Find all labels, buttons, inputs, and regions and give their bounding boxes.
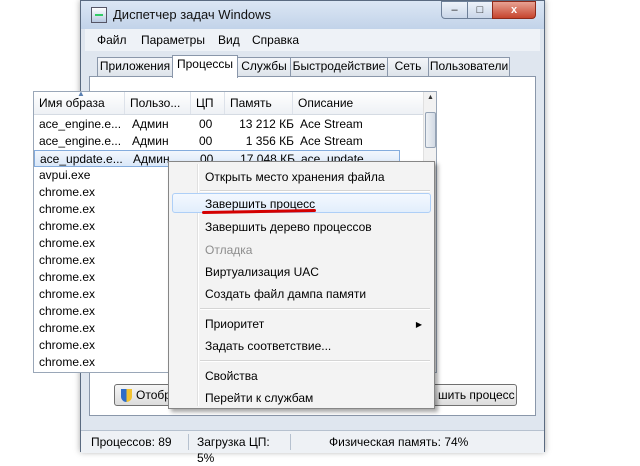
title-bar[interactable]: Диспетчер задач Windows – □ x [81,1,544,29]
menu-item-go-to-services[interactable]: Перейти к службам [205,391,313,405]
show-all-processes-button[interactable]: Отобр [114,384,172,406]
menu-item-set-affinity[interactable]: Задать соответствие... [205,339,331,353]
column-user[interactable]: Пользо... [125,92,191,114]
menu-item-open-location[interactable]: Открыть место хранения файла [205,170,385,184]
menu-item-end-tree[interactable]: Завершить дерево процессов [205,220,372,234]
process-row[interactable]: ace_engine.e... Админ 00 1 356 КБ Ace Stream [34,133,400,150]
scroll-thumb[interactable] [425,112,436,148]
context-separator [200,190,430,192]
image-name-cell: chrome.ex [39,219,96,233]
image-name-cell: chrome.ex [39,304,96,318]
tab-processes[interactable]: Процессы [172,55,238,78]
end-process-button[interactable]: шить процесс [431,384,517,406]
window-title: Диспетчер задач Windows [113,7,272,22]
image-name-cell: chrome.ex [39,338,96,352]
image-name-cell: chrome.ex [39,253,96,267]
context-separator [200,360,430,362]
cpu-cell: 00 [199,117,213,131]
column-memory[interactable]: Память [225,92,293,114]
status-processes: Процессов: 89 [85,434,189,450]
status-bar: Процессов: 89 Загрузка ЦП: 5% Физическая… [81,430,544,465]
context-separator [200,308,430,310]
tab-strip: Приложения Процессы Службы Быстродействи… [91,55,536,78]
minimize-button[interactable]: – [441,1,468,19]
sort-arrow-icon: ▲ [77,92,85,98]
image-name-cell: avpui.exe [39,168,91,182]
cpu-cell: 00 [199,134,213,148]
description-cell: Ace Stream [300,134,363,148]
image-name-cell: chrome.ex [39,202,96,216]
image-name-cell: chrome.ex [39,355,96,369]
status-cpu: Загрузка ЦП: 5% [191,434,291,465]
menu-options[interactable]: Параметры [141,33,205,47]
menu-item-uac-virtualization[interactable]: Виртуализация UAC [205,265,319,279]
tab-network[interactable]: Сеть [387,57,429,76]
memory-cell: 13 212 КБ [239,117,294,131]
menu-file[interactable]: Файл [97,33,127,47]
image-name-cell: chrome.ex [39,321,96,335]
image-name-cell: ace_engine.e... [39,134,122,148]
tab-applications[interactable]: Приложения [97,57,173,76]
tab-services[interactable]: Службы [237,57,291,76]
description-cell: Ace Stream [300,117,363,131]
column-header-row: ▲ Имя образа Пользо... ЦП Память Описание [34,92,424,115]
image-name-cell: ace_update.e... [40,152,123,166]
show-all-label: Отобр [136,388,171,402]
user-cell: Админ [132,134,169,148]
column-image-name[interactable]: ▲ Имя образа [34,92,125,114]
menu-view[interactable]: Вид [218,33,240,47]
tab-users[interactable]: Пользователи [428,57,510,76]
menu-help[interactable]: Справка [252,33,299,47]
image-name-cell: chrome.ex [39,270,96,284]
context-menu: Открыть место хранения файла Завершить п… [168,161,435,409]
column-description[interactable]: Описание [293,92,424,114]
image-name-cell: chrome.ex [39,236,96,250]
task-manager-icon [91,7,107,23]
menu-item-debug: Отладка [205,243,253,257]
scroll-up-icon[interactable]: ▲ [427,94,434,101]
process-row[interactable]: ace_engine.e... Админ 00 13 212 КБ Ace Strea… [34,116,400,133]
image-name-cell: chrome.ex [39,287,96,301]
uac-shield-icon [121,389,132,402]
maximize-button[interactable]: □ [467,1,493,19]
memory-cell: 1 356 КБ [245,134,294,148]
status-memory: Физическая память: 74% [329,435,469,449]
image-name-cell: ace_engine.e... [39,117,122,131]
menu-item-priority[interactable]: Приоритет [205,317,264,331]
submenu-arrow-icon: ▶ [415,320,422,329]
image-name-cell: chrome.ex [39,185,96,199]
user-cell: Админ [132,117,169,131]
menu-item-create-dump[interactable]: Создать файл дампа памяти [205,287,366,301]
menu-item-properties[interactable]: Свойства [205,369,258,383]
column-cpu[interactable]: ЦП [191,92,225,114]
close-button[interactable]: x [492,1,536,19]
menu-bar: Файл Параметры Вид Справка [85,29,540,51]
tab-performance[interactable]: Быстродействие [290,57,388,76]
